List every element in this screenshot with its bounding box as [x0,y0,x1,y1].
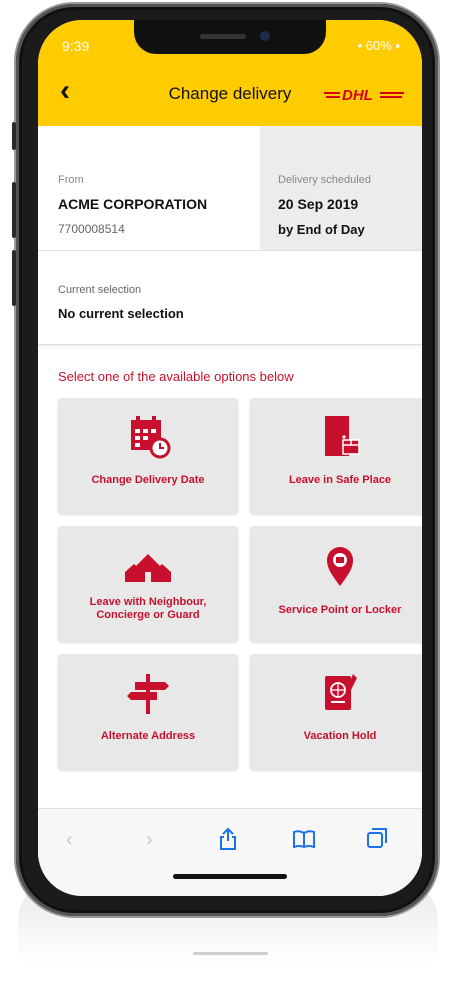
phone-screen: 9:39 • 60% ▪ ‹ Change delivery DHL From … [38,20,422,896]
sender-name: ACME CORPORATION [58,196,208,212]
option-alternate-address[interactable]: Alternate Address [58,654,238,770]
houses-icon [125,554,171,582]
option-service-point-or-locker[interactable]: Service Point or Locker [250,526,422,642]
door-package-icon [325,416,360,456]
option-leave-with-neighbour[interactable]: Leave with Neighbour, Concierge or Guard [58,526,238,642]
option-label: Leave with Neighbour, Concierge or Guard [89,596,207,621]
option-change-delivery-date[interactable]: Change Delivery Date [58,398,238,514]
tabs-icon[interactable] [366,827,388,849]
option-leave-in-safe-place[interactable]: Leave in Safe Place [250,398,422,514]
option-label: Vacation Hold [303,730,377,742]
shipment-number: 7700008514 [58,222,125,236]
schedule-label: Delivery scheduled [278,174,371,186]
option-label: Service Point or Locker [278,604,402,616]
calendar-clock-icon [131,416,171,459]
option-label: Alternate Address [100,730,196,742]
delivery-time: by End of Day [278,222,365,237]
instruction-text: Select one of the available options belo… [58,369,294,384]
schedule-panel: Delivery scheduled 20 Sep 2019 by End of… [260,126,422,251]
passport-icon [325,674,357,710]
option-label: Leave in Safe Place [288,474,392,486]
volume-down-button [12,250,16,306]
dhl-logo: DHL [324,87,404,104]
share-icon[interactable] [218,827,238,851]
signpost-icon [127,674,169,714]
home-indicator[interactable] [173,874,287,879]
current-selection-value: No current selection [58,306,184,321]
option-vacation-hold[interactable]: Vacation Hold [250,654,422,770]
browser-toolbar: ‹ › [38,808,422,896]
notch [134,20,326,54]
volume-up-button [12,182,16,238]
status-time: 9:39 [62,38,90,54]
back-icon[interactable]: ‹ [66,829,73,852]
location-pin-icon [327,547,353,586]
from-panel: From ACME CORPORATION 7700008514 [38,126,260,251]
delivery-date: 20 Sep 2019 [278,196,359,212]
forward-icon[interactable]: › [146,829,153,852]
current-selection-panel: Current selection No current selection [38,258,422,345]
reflection-bar [193,952,268,955]
battery-indicator: • 60% ▪ [357,38,400,53]
current-selection-label: Current selection [58,284,142,296]
svg-text:DHL: DHL [342,87,373,104]
bookmarks-icon[interactable] [292,829,316,849]
mute-switch [12,122,16,150]
from-label: From [58,174,84,186]
option-label: Change Delivery Date [91,474,205,486]
